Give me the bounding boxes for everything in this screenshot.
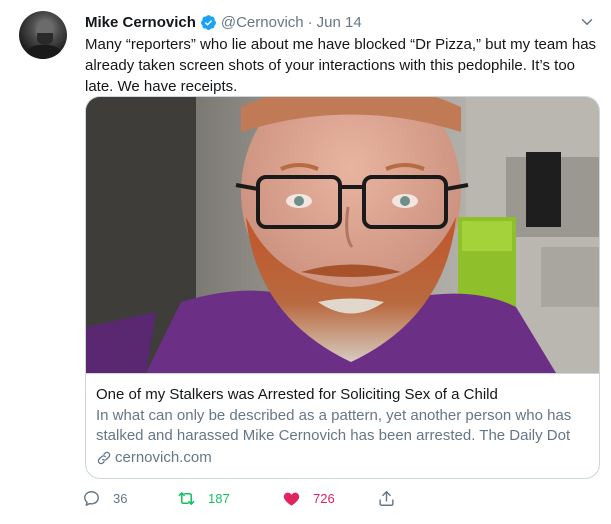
retweet-count: 187	[208, 490, 230, 506]
avatar-body	[27, 45, 61, 59]
card-title: One of my Stalkers was Arrested for Soli…	[96, 386, 498, 403]
like-count: 726	[313, 490, 335, 506]
tweet-header: Mike Cernovich @Cernovich · Jun 14	[85, 12, 362, 32]
share-button[interactable]	[377, 487, 396, 509]
author-name[interactable]: Mike Cernovich	[85, 14, 196, 31]
card-description: In what can only be described as a patte…	[96, 407, 572, 444]
tweet-actions: 36 187 726	[82, 487, 412, 511]
chevron-down-icon[interactable]	[578, 13, 596, 31]
retweet-icon	[178, 491, 195, 505]
share-icon	[379, 490, 394, 506]
heart-icon	[283, 492, 300, 506]
author-avatar[interactable]	[19, 11, 67, 59]
retweet-button[interactable]: 187	[177, 487, 230, 509]
author-handle[interactable]: @Cernovich	[221, 14, 304, 31]
reply-button[interactable]: 36	[82, 487, 127, 509]
reply-count: 36	[113, 490, 128, 506]
tweet-text: Many “reporters” who lie about me have b…	[85, 36, 597, 95]
card-link[interactable]: cernovich.com	[96, 448, 589, 468]
header-separator: ·	[307, 13, 313, 31]
avatar-beard	[37, 33, 53, 45]
card-link-text[interactable]: cernovich.com	[115, 448, 212, 468]
link-icon	[97, 451, 111, 465]
card-image	[86, 97, 599, 373]
verified-badge-icon	[200, 14, 216, 30]
link-card[interactable]: One of my Stalkers was Arrested for Soli…	[85, 96, 600, 479]
tweet-date[interactable]: Jun 14	[317, 14, 362, 31]
card-body: One of my Stalkers was Arrested for Soli…	[86, 373, 599, 478]
like-button[interactable]: 726	[282, 487, 335, 509]
reply-icon	[84, 490, 99, 506]
